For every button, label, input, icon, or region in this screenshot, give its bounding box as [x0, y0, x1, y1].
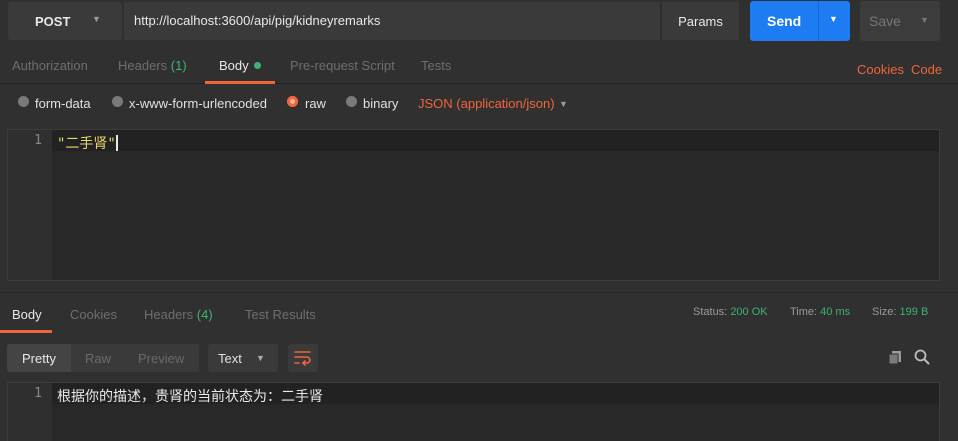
- response-divider[interactable]: [0, 292, 958, 293]
- time-value: 40 ms: [820, 306, 851, 318]
- tab-tests[interactable]: Tests: [421, 58, 451, 73]
- method-label: POST: [35, 14, 71, 29]
- tab-authorization[interactable]: Authorization: [12, 58, 88, 73]
- radio-urlencoded[interactable]: [112, 96, 123, 107]
- wrap-lines-button[interactable]: [288, 344, 318, 372]
- request-bar: POST ▼ http://localhost:3600/api/pig/kid…: [0, 0, 958, 44]
- response-language-select[interactable]: Text ▼: [208, 344, 278, 372]
- time-readout: Time: 40 ms: [790, 306, 850, 318]
- line-number: 1: [34, 133, 42, 148]
- time-label: Time:: [790, 306, 818, 318]
- send-button[interactable]: Send ▼: [750, 1, 850, 41]
- method-select[interactable]: POST ▼: [8, 2, 122, 40]
- text-cursor: [115, 135, 118, 151]
- url-input[interactable]: http://localhost:3600/api/pig/kidneyrema…: [124, 2, 660, 40]
- chevron-down-icon: ▼: [256, 353, 265, 363]
- status-label: Status:: [693, 306, 728, 318]
- tab-prerequest-script[interactable]: Pre-request Script: [290, 58, 395, 73]
- chevron-down-icon: ▼: [92, 14, 101, 24]
- response-format-group: Pretty Raw Preview: [7, 344, 199, 372]
- size-label: Size:: [872, 306, 897, 318]
- save-button[interactable]: Save ▼: [860, 1, 940, 41]
- request-body-text: "二手肾": [57, 136, 116, 152]
- active-tab-underline: [205, 81, 275, 84]
- tab-body-label: Body: [219, 58, 249, 73]
- response-tab-headers[interactable]: Headers (4): [144, 307, 213, 322]
- request-tabs: Authorization Headers (1) Body Pre-reque…: [0, 48, 958, 84]
- tab-body[interactable]: Body: [219, 58, 261, 73]
- binary-label[interactable]: binary: [363, 96, 398, 111]
- status-readout: Status: 200 OK: [693, 306, 768, 318]
- cookies-link[interactable]: Cookies: [857, 62, 904, 77]
- send-divider: [818, 1, 819, 41]
- raw-label[interactable]: raw: [305, 96, 326, 111]
- body-indicator-dot: [253, 62, 261, 69]
- headers-count-badge: (1): [170, 58, 187, 73]
- request-body-editor[interactable]: 1 "二手肾": [7, 129, 940, 281]
- form-data-label[interactable]: form-data: [35, 96, 91, 111]
- raw-button[interactable]: Raw: [85, 351, 111, 366]
- response-tab-body[interactable]: Body: [12, 307, 42, 322]
- pretty-button[interactable]: Pretty: [22, 351, 56, 366]
- status-value: 200 OK: [730, 306, 768, 318]
- active-line-highlight: [52, 130, 939, 151]
- save-label: Save: [869, 13, 901, 29]
- request-body-code: "二手肾": [57, 133, 118, 153]
- editor-gutter: [8, 130, 52, 280]
- response-line-number: 1: [34, 386, 42, 401]
- search-icon[interactable]: [913, 348, 931, 366]
- response-body-viewer[interactable]: 1 根据你的描述，贵肾的当前状态为：二手肾: [7, 382, 940, 441]
- urlencoded-label[interactable]: x-www-form-urlencoded: [129, 96, 267, 111]
- radio-form-data[interactable]: [18, 96, 29, 107]
- content-type-select[interactable]: JSON (application/json): [418, 96, 555, 111]
- response-tab-test-results[interactable]: Test Results: [245, 307, 316, 322]
- send-label: Send: [767, 13, 802, 29]
- send-options-chevron-icon[interactable]: ▼: [829, 14, 838, 24]
- save-options-chevron-icon[interactable]: ▼: [920, 15, 929, 25]
- preview-button[interactable]: Preview: [138, 351, 184, 366]
- code-link[interactable]: Code: [911, 62, 942, 77]
- response-headers-count-badge: (4): [196, 307, 213, 322]
- response-tab-headers-label: Headers: [144, 307, 194, 322]
- size-value: 199 B: [899, 306, 929, 318]
- chevron-down-icon[interactable]: ▼: [559, 99, 568, 109]
- radio-binary[interactable]: [346, 96, 357, 107]
- response-tab-cookies[interactable]: Cookies: [70, 307, 117, 322]
- copy-icon[interactable]: [887, 349, 903, 365]
- size-readout: Size: 199 B: [872, 306, 928, 318]
- params-button[interactable]: Params: [661, 2, 739, 40]
- radio-raw[interactable]: [287, 96, 298, 107]
- response-active-tab-underline: [0, 330, 52, 333]
- language-label: Text: [218, 351, 242, 366]
- tab-headers[interactable]: Headers (1): [118, 58, 187, 73]
- tab-headers-label: Headers: [118, 58, 168, 73]
- response-body-text: 根据你的描述，贵肾的当前状态为：二手肾: [57, 389, 323, 405]
- wrap-lines-icon: [294, 351, 311, 366]
